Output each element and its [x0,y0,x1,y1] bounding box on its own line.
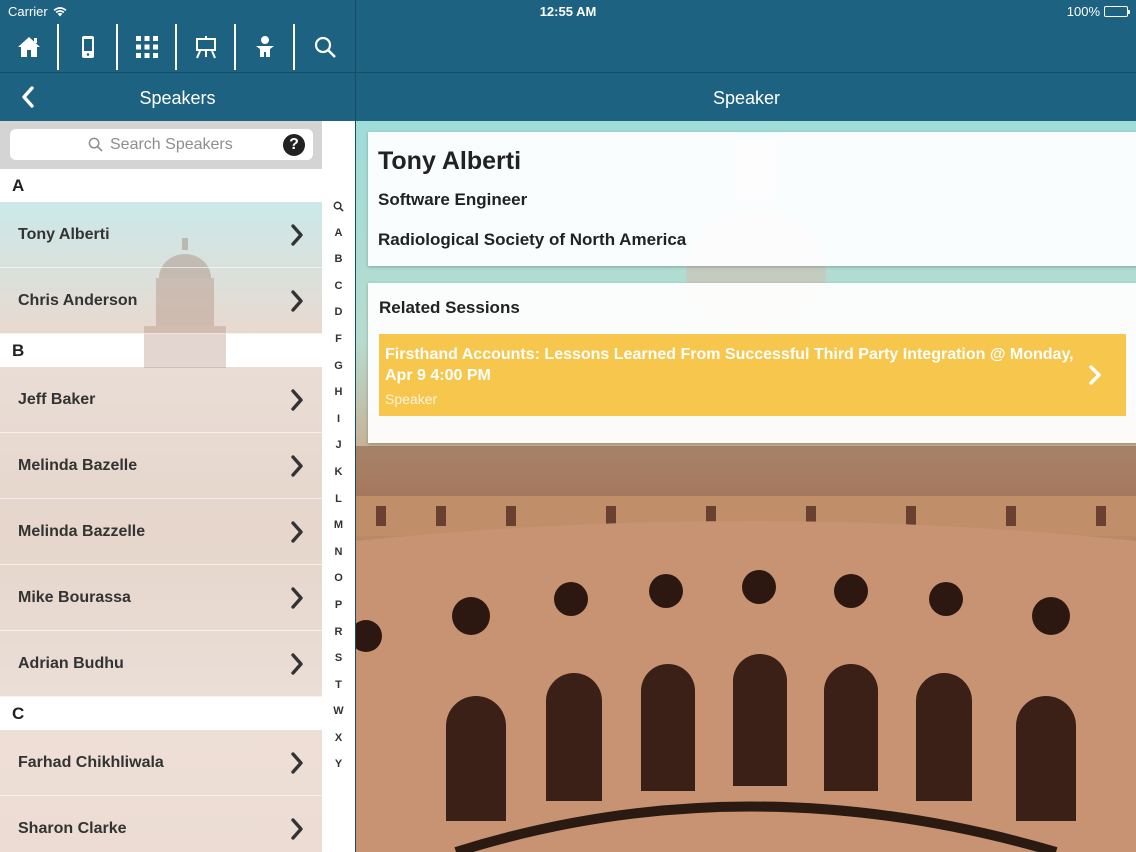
battery-label: 100% [1066,4,1100,19]
speaker-name-heading: Tony Alberti [378,147,522,175]
index-letter[interactable]: P [322,592,355,619]
section-a-rows: Tony Alberti Chris Anderson [0,202,322,368]
grid-button[interactable] [118,24,177,70]
speaker-row[interactable]: Melinda Bazelle [0,433,322,499]
section-header-c: C [0,697,322,730]
chevron-right-icon [291,224,303,246]
speaker-name: Jeff Baker [18,391,96,408]
grid-icon [135,36,158,58]
related-sessions-heading: Related Sessions [379,298,520,317]
speaker-detail-panel: Speaker Tony Alberti Software Engineer R… [355,0,1136,852]
index-letter[interactable]: H [322,379,355,406]
index-letter[interactable]: K [322,459,355,486]
chevron-right-icon [291,752,303,774]
status-time: 12:55 AM [539,4,597,19]
section-header-a: A [0,169,322,202]
search-button[interactable] [295,24,354,70]
index-letter[interactable]: D [322,299,355,326]
left-nav-bar: Speakers [0,72,355,121]
person-button[interactable] [236,24,295,70]
index-letter[interactable]: I [322,406,355,433]
index-letter[interactable]: J [322,432,355,459]
session-item[interactable]: Firsthand Accounts: Lessons Learned From… [379,334,1126,416]
speaker-organization: Radiological Society of North America [378,230,687,249]
alphabet-index: A B C D F G H I J K L M N O P R S T W X … [322,193,355,778]
home-button[interactable] [0,24,59,70]
search-box[interactable]: ? [10,129,313,160]
search-bar: ? [0,121,322,169]
chevron-right-icon [291,653,303,675]
help-button[interactable]: ? [283,134,305,156]
index-letter[interactable]: W [322,698,355,725]
chevron-right-icon [291,587,303,609]
session-title: Firsthand Accounts: Lessons Learned From… [385,346,1074,384]
index-letter[interactable]: M [322,512,355,539]
speaker-name: Farhad Chikhliwala [18,754,164,771]
index-letter[interactable]: A [322,220,355,247]
person-icon [255,36,274,57]
speaker-name: Adrian Budhu [18,655,124,672]
speaker-name: Chris Anderson [18,292,138,309]
speaker-name: Melinda Bazelle [18,457,138,474]
index-letter[interactable]: L [322,486,355,513]
speaker-row[interactable]: Jeff Baker [0,367,322,433]
index-letter[interactable]: Y [322,751,355,778]
right-nav-bar: Speaker [356,72,1136,121]
index-letter[interactable]: F [322,326,355,353]
speaker-row[interactable]: Melinda Bazzelle [0,499,322,565]
home-icon [17,37,40,57]
chevron-right-icon [291,455,303,477]
index-letter[interactable]: S [322,645,355,672]
section-c-rows: Farhad Chikhliwala Sharon Clarke [0,730,322,852]
index-letter[interactable]: O [322,565,355,592]
speaker-row[interactable]: Farhad Chikhliwala [0,730,322,796]
index-letter[interactable]: B [322,246,355,273]
speaker-name: Tony Alberti [18,226,110,243]
speaker-list: A Tony Alberti Chris Anderson B Jeff Bak… [0,169,322,852]
presentation-icon [195,36,216,59]
index-search-icon[interactable] [322,193,355,220]
right-nav-title: Speaker [712,88,781,108]
capitol-background-image: Tony Alberti Software Engineer Radiologi… [356,121,1136,852]
speaker-card: Tony Alberti Software Engineer Radiologi… [368,132,1136,266]
search-input[interactable] [110,135,235,154]
chevron-right-icon [1089,365,1101,385]
speakers-panel: Speakers ? A Tony Alberti Chris Anderson [0,0,355,852]
speaker-row[interactable]: Adrian Budhu [0,631,322,697]
chevron-right-icon [291,389,303,411]
related-sessions-card: Related Sessions Firsthand Accounts: Les… [368,283,1136,443]
index-letter[interactable]: R [322,619,355,646]
chevron-right-icon [291,521,303,543]
search-icon [333,201,344,212]
session-role: Speaker [385,391,438,407]
speaker-row[interactable]: Sharon Clarke [0,796,322,852]
chevron-right-icon [291,290,303,312]
index-letter[interactable]: X [322,725,355,752]
speaker-name: Mike Bourassa [18,589,131,606]
index-letter[interactable]: C [322,273,355,300]
chevron-right-icon [291,818,303,840]
index-letter[interactable]: N [322,539,355,566]
search-icon [88,137,103,152]
mobile-icon [81,36,94,58]
speaker-row[interactable]: Mike Bourassa [0,565,322,631]
index-letter[interactable]: G [322,353,355,380]
speaker-name: Melinda Bazzelle [18,523,146,540]
speaker-row[interactable]: Chris Anderson [0,268,322,334]
speaker-job-title: Software Engineer [378,190,528,209]
status-bar: Carrier 12:55 AM 100% [0,0,1136,24]
speaker-row[interactable]: Tony Alberti [0,202,322,268]
left-nav-title: Speakers [139,88,216,108]
speaker-name: Sharon Clarke [18,820,127,837]
presentation-button[interactable] [177,24,236,70]
battery-icon [1104,6,1130,17]
battery-info: 100% [1066,4,1130,19]
mobile-button[interactable] [59,24,118,70]
search-icon [314,36,336,58]
section-b-rows: Jeff Baker Melinda Bazelle Melinda Bazze… [0,367,322,697]
index-letter[interactable]: T [322,672,355,699]
